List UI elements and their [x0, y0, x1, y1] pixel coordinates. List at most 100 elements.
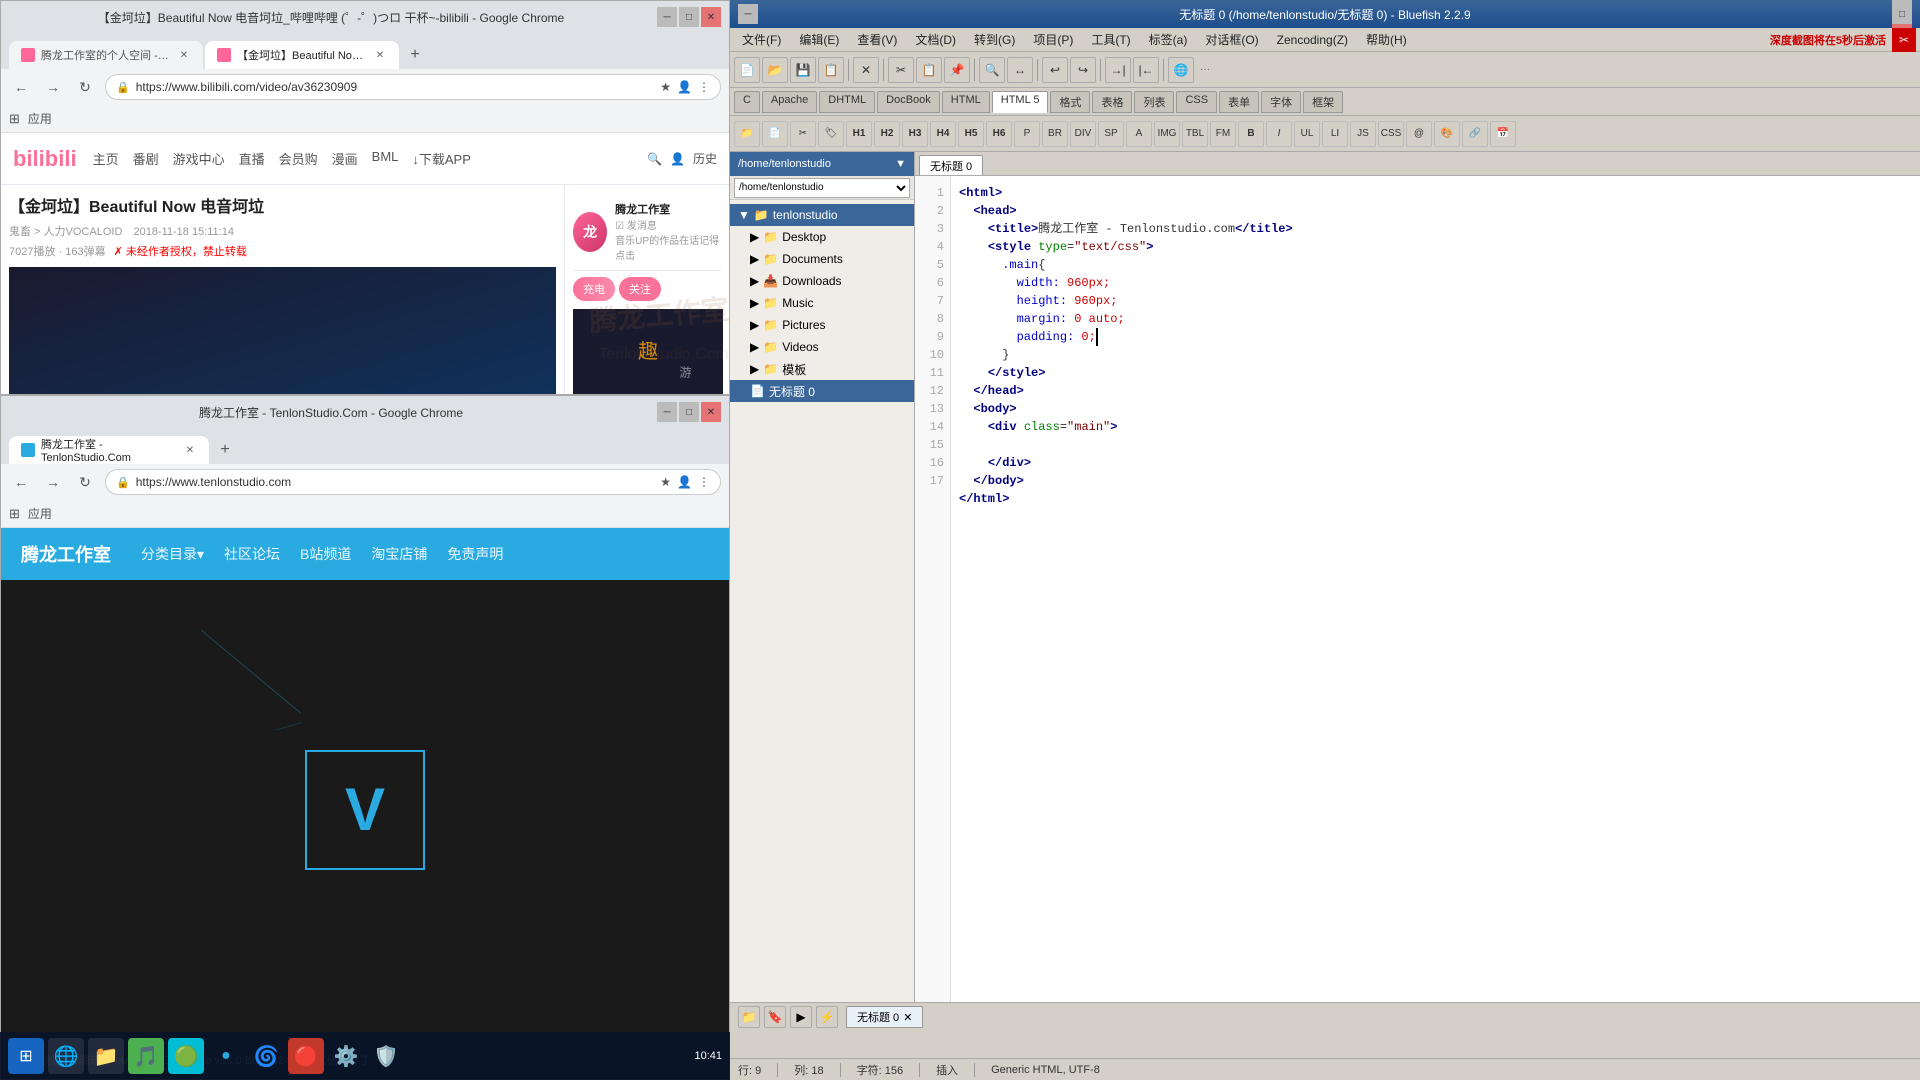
fb-item-templates[interactable]: ▶ 📁 模板 — [730, 358, 914, 380]
fb-item-pictures[interactable]: ▶ 📁 Pictures — [730, 314, 914, 336]
tb-search[interactable]: 🔍 — [979, 57, 1005, 83]
menu-dialogs[interactable]: 对话框(O) — [1197, 29, 1266, 50]
icon-br[interactable]: BR — [1042, 121, 1068, 147]
taskbar-chrome[interactable]: 🌐 — [48, 1038, 84, 1074]
fb-item-videos[interactable]: ▶ 📁 Videos — [730, 336, 914, 358]
doc-tab-form[interactable]: 表单 — [1219, 91, 1259, 113]
menu-edit[interactable]: 编辑(E) — [791, 29, 847, 50]
reload-button-bottom[interactable]: ↻ — [73, 470, 97, 494]
taskbar-start[interactable]: ⊞ — [8, 1038, 44, 1074]
icon-h1[interactable]: H1 — [846, 121, 872, 147]
fb-item-downloads[interactable]: ▶ 📥 Downloads — [730, 270, 914, 292]
icon-color[interactable]: 🎨 — [1434, 121, 1460, 147]
tb-redo[interactable]: ↪ — [1070, 57, 1096, 83]
tb-preview[interactable]: 🌐 — [1168, 57, 1194, 83]
menu-help[interactable]: 帮助(H) — [1358, 29, 1415, 50]
fb-item-documents[interactable]: ▶ 📁 Documents — [730, 248, 914, 270]
url-box-bottom[interactable]: 🔒 https://www.tenlonstudio.com ★ 👤 ⋮ — [105, 469, 721, 495]
bottom-icon-filebrowser[interactable]: 📁 — [738, 1006, 760, 1028]
code-area[interactable]: 12345 678910 1112131415 1617 <html> <hea… — [915, 176, 1920, 1002]
tab-close-video[interactable]: ✕ — [373, 48, 387, 62]
icon-h3[interactable]: H3 — [902, 121, 928, 147]
nav-home[interactable]: 主页 — [93, 149, 119, 168]
tb-open[interactable]: 📂 — [762, 57, 788, 83]
bottom-file-tab-untitled[interactable]: 无标题 0 ✕ — [846, 1006, 923, 1028]
fb-item-music[interactable]: ▶ 📁 Music — [730, 292, 914, 314]
taskbar-settings[interactable]: ⚙️ — [328, 1038, 364, 1074]
tb-close-file[interactable]: ✕ — [853, 57, 879, 83]
tab-close-studio[interactable]: ✕ — [183, 443, 197, 457]
minimize-button-bottom[interactable]: ─ — [657, 402, 677, 422]
doc-tab-c[interactable]: C — [734, 91, 760, 113]
menu-tools[interactable]: 工具(T) — [1083, 29, 1138, 50]
icon-filebrowser[interactable]: 📁 — [734, 121, 760, 147]
fb-path-dropdown[interactable]: /home/tenlonstudio — [734, 178, 910, 198]
maximize-button-bottom[interactable]: □ — [679, 402, 699, 422]
icon-ul[interactable]: UL — [1294, 121, 1320, 147]
bottom-icon-bookmark[interactable]: 🔖 — [764, 1006, 786, 1028]
doc-tab-table[interactable]: 表格 — [1092, 91, 1132, 113]
tb-unindent[interactable]: |← — [1133, 57, 1159, 83]
reload-button[interactable]: ↻ — [73, 75, 97, 99]
apps-grid-icon[interactable]: ⊞ — [9, 111, 20, 127]
doc-tab-dhtml[interactable]: DHTML — [819, 91, 875, 113]
icon-template[interactable]: 📄 — [762, 121, 788, 147]
nav-taobao[interactable]: 淘宝店铺 — [371, 544, 427, 564]
tb-saveas[interactable]: 📋 — [818, 57, 844, 83]
new-tab-button-bottom[interactable]: + — [211, 436, 239, 464]
doc-tab-docbook[interactable]: DocBook — [877, 91, 940, 113]
menu-doc[interactable]: 文档(D) — [907, 29, 964, 50]
icon-h2[interactable]: H2 — [874, 121, 900, 147]
icon-anchor[interactable]: A — [1126, 121, 1152, 147]
new-tab-button-top[interactable]: + — [401, 41, 429, 69]
icon-table[interactable]: TBL — [1182, 121, 1208, 147]
doc-tab-css[interactable]: CSS — [1176, 91, 1217, 113]
icon-li[interactable]: LI — [1322, 121, 1348, 147]
search-icon[interactable]: 🔍 — [647, 152, 662, 166]
icon-form[interactable]: FM — [1210, 121, 1236, 147]
tb-cut[interactable]: ✂ — [888, 57, 914, 83]
icon-p[interactable]: P — [1014, 121, 1040, 147]
icon-span[interactable]: SP — [1098, 121, 1124, 147]
doc-tab-list[interactable]: 列表 — [1134, 91, 1174, 113]
forward-button[interactable]: → — [41, 75, 65, 99]
doc-tab-phphtml[interactable]: HTML 5 — [992, 91, 1049, 113]
bottom-icon-encode[interactable]: ⚡ — [816, 1006, 838, 1028]
icon-h5[interactable]: H5 — [958, 121, 984, 147]
tb-paste[interactable]: 📌 — [944, 57, 970, 83]
tab-bili-home[interactable]: 腾龙工作室的个人空间 - 哔哩... ✕ — [9, 41, 203, 69]
code-content[interactable]: <html> <head> <title>腾龙工作室 - Tenlonstudi… — [951, 176, 1920, 1002]
icon-img[interactable]: IMG — [1154, 121, 1180, 147]
follow-button[interactable]: 关注 — [619, 277, 661, 301]
user-icon[interactable]: 👤 — [670, 152, 685, 166]
tb-replace[interactable]: ↔ — [1007, 57, 1033, 83]
url-box-top[interactable]: 🔒 https://www.bilibili.com/video/av36230… — [105, 74, 721, 100]
tab-close-home[interactable]: ✕ — [177, 48, 191, 62]
taskbar-browser2[interactable]: ● — [208, 1038, 244, 1074]
nav-live[interactable]: 直播 — [239, 149, 265, 168]
nav-bangumi[interactable]: 番剧 — [133, 149, 159, 168]
close-button-top[interactable]: ✕ — [701, 7, 721, 27]
nav-download[interactable]: ↓下载APP — [412, 149, 471, 168]
nav-bml[interactable]: BML — [372, 149, 399, 168]
nav-vip[interactable]: 会员购 — [279, 149, 318, 168]
taskbar-store[interactable]: 🟢 — [168, 1038, 204, 1074]
doc-tab-font[interactable]: 字体 — [1261, 91, 1301, 113]
tb-indent[interactable]: →| — [1105, 57, 1131, 83]
bluefish-max-right[interactable]: □ — [1892, 4, 1912, 24]
icon-email[interactable]: @ — [1406, 121, 1432, 147]
charge-button[interactable]: 充电 — [573, 277, 615, 301]
menu-tags[interactable]: 标签(a) — [1141, 29, 1196, 50]
fb-collapse-icon[interactable]: ▼ — [895, 158, 906, 170]
doc-tab-apache[interactable]: Apache — [762, 91, 817, 113]
bluefish-minimize[interactable]: ─ — [738, 4, 758, 24]
tab-bili-video[interactable]: 【金坷垃】Beautiful Now... ✕ — [205, 41, 399, 69]
tb-copy[interactable]: 📋 — [916, 57, 942, 83]
nav-manga[interactable]: 漫画 — [332, 149, 358, 168]
icon-datetime[interactable]: 📅 — [1490, 121, 1516, 147]
doc-tab-frame[interactable]: 框架 — [1303, 91, 1343, 113]
bottom-tab-close[interactable]: ✕ — [903, 1011, 912, 1024]
fb-item-tenlonstudio[interactable]: ▼ 📁 tenlonstudio — [730, 204, 914, 226]
tb-undo[interactable]: ↩ — [1042, 57, 1068, 83]
icon-css2[interactable]: CSS — [1378, 121, 1404, 147]
